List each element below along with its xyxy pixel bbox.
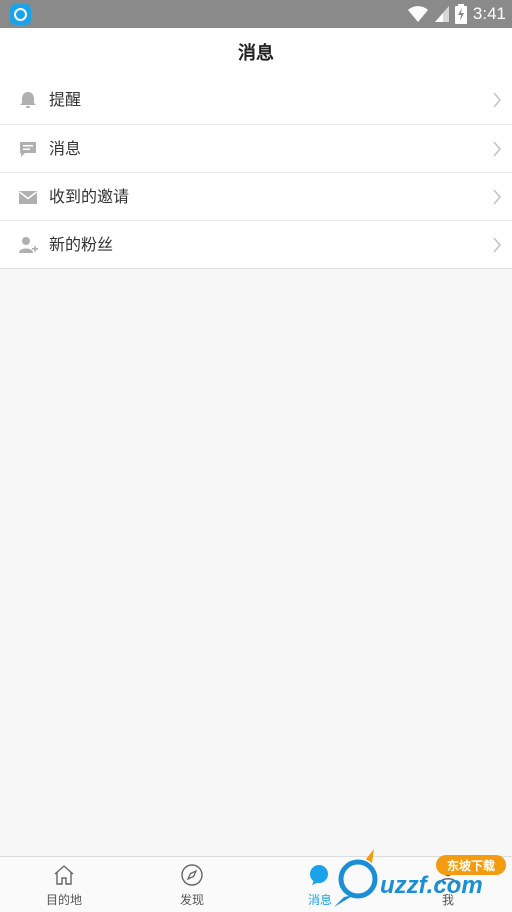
home-icon — [54, 865, 74, 885]
envelope-icon — [19, 191, 37, 204]
wifi-icon — [407, 6, 428, 22]
menu-item-invitations[interactable]: 收到的邀请 — [0, 172, 512, 220]
status-bar: 3:41 — [0, 0, 512, 28]
add-user-icon — [19, 237, 38, 253]
menu-item-reminders[interactable]: 提醒 — [0, 76, 512, 124]
tab-discover[interactable]: 发现 — [128, 857, 256, 912]
watermark-text: uzzf.com — [380, 872, 483, 899]
app-notification-icon — [10, 4, 31, 25]
tab-label: 发现 — [179, 893, 204, 907]
menu-item-messages[interactable]: 消息 — [0, 124, 512, 172]
menu-item-label: 新的粉丝 — [49, 235, 114, 254]
tab-destinations[interactable]: 目的地 — [0, 857, 128, 912]
page-title: 消息 — [238, 43, 274, 64]
watermark-tagline: 东坡下载 — [447, 858, 495, 873]
bell-icon — [20, 92, 36, 108]
chevron-right-icon — [493, 237, 502, 253]
menu-item-new-followers[interactable]: 新的粉丝 — [0, 220, 512, 268]
menu-item-label: 收到的邀请 — [49, 187, 130, 206]
chevron-right-icon — [493, 92, 502, 108]
menu-item-label: 消息 — [49, 139, 82, 158]
chevron-right-icon — [493, 189, 502, 205]
compass-icon — [181, 864, 203, 886]
signal-icon — [434, 6, 449, 22]
chevron-right-icon — [493, 141, 502, 157]
chat-icon — [310, 865, 328, 885]
chat-bubble-icon — [20, 142, 36, 157]
menu-item-label: 提醒 — [49, 90, 82, 109]
uzzf-watermark-logo: 东坡下载 uzzf.com — [334, 849, 506, 907]
tab-label: 目的地 — [45, 893, 82, 907]
status-time: 3:41 — [472, 4, 506, 23]
message-menu-list: 提醒 消息 收到的邀请 新的粉丝 — [0, 76, 512, 269]
battery-charging-icon — [454, 4, 467, 24]
title-bar: 消息 — [0, 28, 512, 77]
